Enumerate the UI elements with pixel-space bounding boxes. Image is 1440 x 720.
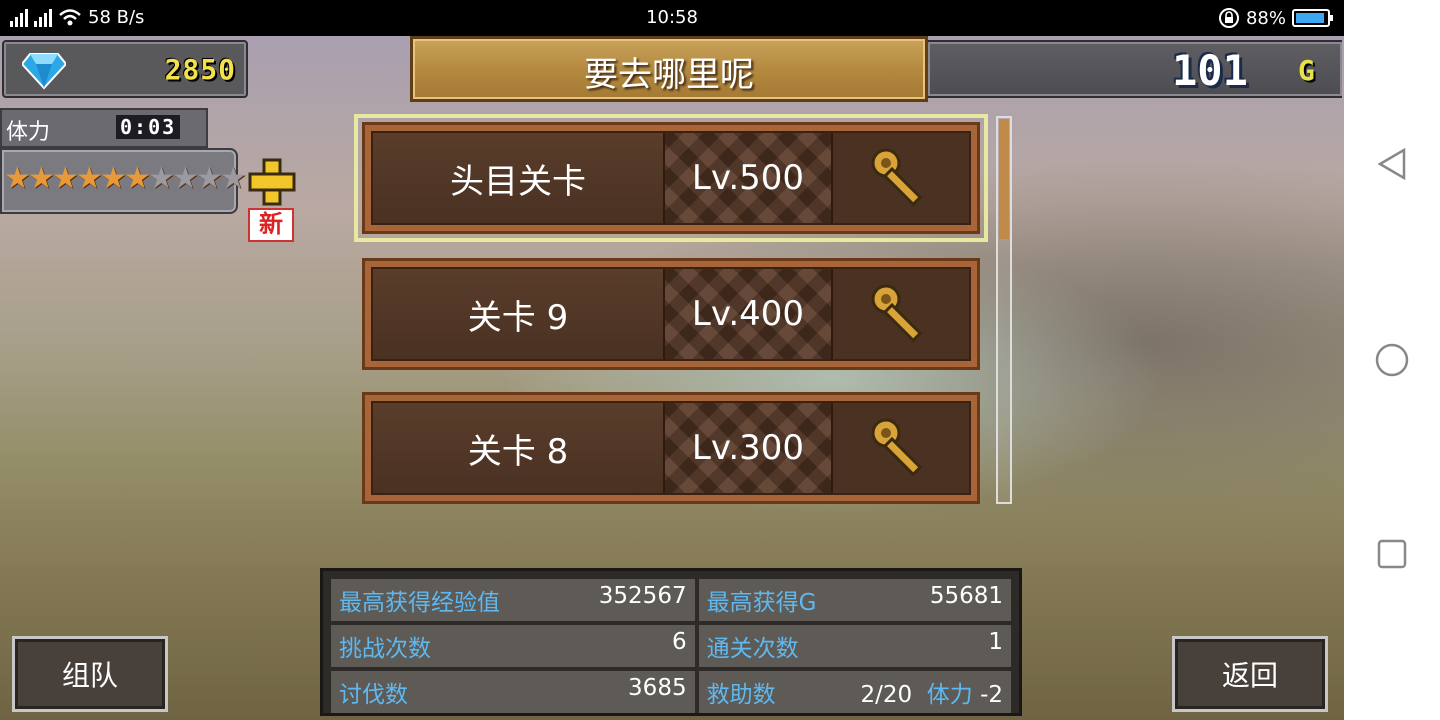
- home-nav-icon[interactable]: [1374, 342, 1410, 378]
- star-empty-icon: ★: [172, 161, 199, 196]
- star-filled-icon: ★: [28, 161, 55, 196]
- back-nav-icon[interactable]: [1374, 146, 1410, 182]
- stamina-label: 体力: [6, 120, 51, 145]
- stat-challenges: 挑战次数 6: [331, 625, 695, 667]
- add-stamina-button[interactable]: [248, 158, 296, 206]
- page-title-plate: 要去哪里呢: [410, 36, 928, 102]
- battery-percent: 88%: [1245, 7, 1286, 29]
- star-filled-icon: ★: [52, 161, 79, 196]
- key-icon: [833, 133, 969, 223]
- star-empty-icon: ★: [220, 161, 247, 196]
- gem-amount: 2850: [164, 53, 236, 86]
- star-empty-icon: ★: [196, 161, 223, 196]
- stat-assists: 救助数 2/20 体力 -2: [698, 671, 1011, 713]
- gold-g-icon: G: [1298, 54, 1315, 87]
- page-title: 要去哪里呢: [584, 55, 754, 95]
- status-bar: 58 B/s 10:58 88%: [0, 0, 1344, 36]
- key-icon: [833, 403, 969, 493]
- stamina-timer: 0:03: [116, 115, 181, 139]
- new-badge: 新: [248, 208, 294, 242]
- battery-icon: [1292, 9, 1333, 27]
- stat-subjugations: 讨伐数 3685: [331, 671, 695, 713]
- gold-counter: 101 G: [926, 40, 1342, 98]
- back-button[interactable]: 返回: [1172, 636, 1328, 712]
- gold-amount: 101: [1172, 46, 1248, 95]
- stage-boss[interactable]: 头目关卡 Lv.500: [354, 114, 988, 242]
- diamond-icon: [22, 53, 66, 90]
- stage-level: Lv.400: [663, 269, 833, 359]
- stage-8[interactable]: 关卡 8 Lv.300: [362, 392, 980, 504]
- system-nav-bar: [1344, 0, 1440, 720]
- stage-name: 关卡 8: [373, 403, 663, 493]
- clock: 10:58: [646, 7, 698, 28]
- stat-clears: 通关次数 1: [698, 625, 1011, 667]
- scrollbar-thumb[interactable]: [999, 119, 1009, 239]
- stamina-header: 体力 0:03: [0, 108, 208, 148]
- stamina-stars: ★ ★ ★ ★ ★ ★ ★ ★ ★ ★: [0, 148, 247, 214]
- star-empty-icon: ★: [148, 161, 175, 196]
- rotation-lock-icon: [1218, 8, 1239, 28]
- stage-level: Lv.300: [663, 403, 833, 493]
- star-filled-icon: ★: [100, 161, 127, 196]
- star-filled-icon: ★: [4, 161, 31, 196]
- stage-stats-panel: 最高获得经验值 352567 最高获得G 55681 挑战次数 6 通关次数 1 讨伐数…: [320, 568, 1022, 716]
- star-filled-icon: ★: [124, 161, 151, 196]
- stage-name: 头目关卡: [373, 133, 663, 223]
- game-screen: 2850 101 G 要去哪里呢 体力 0:03 ★ ★ ★ ★ ★ ★ ★ ★ ★ ★ 新 头目…: [0, 36, 1344, 720]
- stage-9[interactable]: 关卡 9 Lv.400: [362, 258, 980, 370]
- recents-nav-icon[interactable]: [1374, 536, 1410, 572]
- stage-name: 关卡 9: [373, 269, 663, 359]
- stage-level: Lv.500: [663, 133, 833, 223]
- team-button[interactable]: 组队: [12, 636, 168, 712]
- gem-counter: 2850: [2, 40, 248, 98]
- stat-max-gold: 最高获得G 55681: [698, 579, 1011, 621]
- stat-max-exp: 最高获得经验值 352567: [331, 579, 695, 621]
- star-filled-icon: ★: [76, 161, 103, 196]
- stage-list-scrollbar[interactable]: [996, 116, 1012, 504]
- key-icon: [833, 269, 969, 359]
